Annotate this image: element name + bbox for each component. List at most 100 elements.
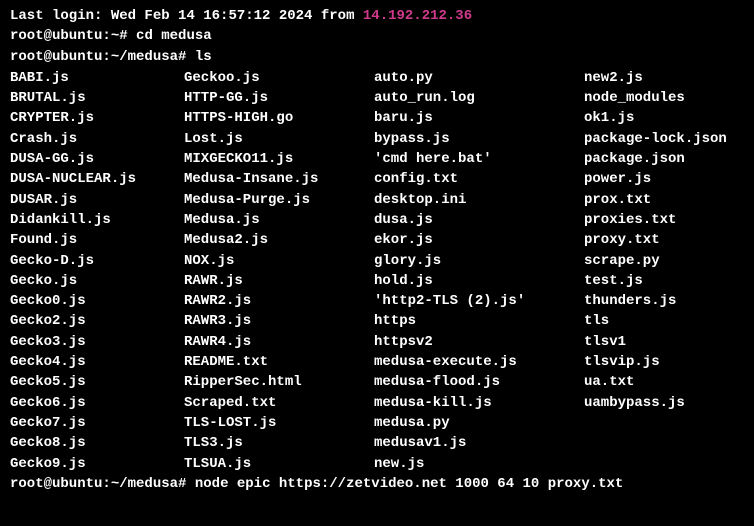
ls-file: HTTPS-HIGH.go <box>184 108 374 128</box>
ls-file: DUSA-GG.js <box>10 149 184 169</box>
ls-row: Didankill.jsMedusa.jsdusa.jsproxies.txt <box>10 210 744 230</box>
ls-file: medusa-execute.js <box>374 352 584 372</box>
last-login-datetime: Wed Feb 14 16:57:12 2024 <box>111 8 313 24</box>
last-login-ip: 14.192.212.36 <box>363 8 472 24</box>
ls-file: ua.txt <box>584 372 634 392</box>
ls-file: ok1.js <box>584 108 634 128</box>
ls-file: ekor.js <box>374 230 584 250</box>
ls-row: Gecko4.jsREADME.txtmedusa-execute.jstlsv… <box>10 352 744 372</box>
prompt-userhost: root@ubuntu <box>10 28 102 44</box>
ls-file: thunders.js <box>584 291 676 311</box>
ls-file: RAWR2.js <box>184 291 374 311</box>
ls-file: Medusa-Purge.js <box>184 190 374 210</box>
ls-file: Gecko7.js <box>10 413 184 433</box>
ls-file: medusa-flood.js <box>374 372 584 392</box>
ls-file: config.txt <box>374 169 584 189</box>
ls-file: Medusa.js <box>184 210 374 230</box>
ls-file: proxies.txt <box>584 210 676 230</box>
ls-file: proxy.txt <box>584 230 660 250</box>
ls-file: auto.py <box>374 68 584 88</box>
ls-row: Crash.jsLost.jsbypass.jspackage-lock.jso… <box>10 129 744 149</box>
ls-file: httpsv2 <box>374 332 584 352</box>
ls-file: Gecko9.js <box>10 454 184 474</box>
ls-file: README.txt <box>184 352 374 372</box>
ls-file: BRUTAL.js <box>10 88 184 108</box>
command-cd: cd medusa <box>136 28 212 44</box>
ls-file: Gecko0.js <box>10 291 184 311</box>
ls-file: medusa-kill.js <box>374 393 584 413</box>
ls-output: BABI.jsGeckoo.jsauto.pynew2.jsBRUTAL.jsH… <box>10 68 744 474</box>
ls-file: Lost.js <box>184 129 374 149</box>
prompt-line-2: root@ubuntu:~/medusa# ls <box>10 47 744 67</box>
ls-row: Gecko5.jsRipperSec.htmlmedusa-flood.jsua… <box>10 372 744 392</box>
prompt-line-1: root@ubuntu:~# cd medusa <box>10 26 744 46</box>
ls-row: CRYPTER.jsHTTPS-HIGH.gobaru.jsok1.js <box>10 108 744 128</box>
ls-file: RAWR4.js <box>184 332 374 352</box>
ls-file: DUSAR.js <box>10 190 184 210</box>
ls-file: RAWR3.js <box>184 311 374 331</box>
command-node: node epic https://zetvideo.net 1000 64 1… <box>195 476 623 492</box>
ls-file: TLS-LOST.js <box>184 413 374 433</box>
prompt-colon: : <box>102 28 110 44</box>
ls-row: Gecko3.jsRAWR4.jshttpsv2tlsv1 <box>10 332 744 352</box>
ls-file: medusa.py <box>374 413 584 433</box>
ls-row: Gecko8.jsTLS3.jsmedusav1.js <box>10 433 744 453</box>
ls-row: DUSA-GG.jsMIXGECKO11.js'cmd here.bat'pac… <box>10 149 744 169</box>
ls-row: Gecko-D.jsNOX.jsglory.jsscrape.py <box>10 251 744 271</box>
last-login-prefix: Last login: <box>10 8 111 24</box>
ls-file: RAWR.js <box>184 271 374 291</box>
ls-row: Gecko0.jsRAWR2.js'http2-TLS (2).js'thund… <box>10 291 744 311</box>
ls-file: CRYPTER.js <box>10 108 184 128</box>
ls-row: Found.jsMedusa2.jsekor.jsproxy.txt <box>10 230 744 250</box>
ls-file: Gecko5.js <box>10 372 184 392</box>
ls-file: package-lock.json <box>584 129 727 149</box>
ls-file: baru.js <box>374 108 584 128</box>
ls-file: power.js <box>584 169 651 189</box>
ls-file: HTTP-GG.js <box>184 88 374 108</box>
ls-row: Gecko6.jsScraped.txtmedusa-kill.jsuambyp… <box>10 393 744 413</box>
ls-file: Gecko-D.js <box>10 251 184 271</box>
prompt-userhost: root@ubuntu <box>10 476 102 492</box>
ls-file: Gecko4.js <box>10 352 184 372</box>
ls-file: Medusa2.js <box>184 230 374 250</box>
ls-file: scrape.py <box>584 251 660 271</box>
ls-file: 'cmd here.bat' <box>374 149 584 169</box>
ls-file: test.js <box>584 271 643 291</box>
ls-file: Didankill.js <box>10 210 184 230</box>
terminal[interactable]: Last login: Wed Feb 14 16:57:12 2024 fro… <box>10 6 744 494</box>
ls-file: Found.js <box>10 230 184 250</box>
prompt-userhost: root@ubuntu <box>10 49 102 65</box>
ls-row: BABI.jsGeckoo.jsauto.pynew2.js <box>10 68 744 88</box>
ls-file: Geckoo.js <box>184 68 374 88</box>
prompt-line-3: root@ubuntu:~/medusa# node epic https://… <box>10 474 744 494</box>
prompt-symbol: # <box>178 476 195 492</box>
ls-row: Gecko7.jsTLS-LOST.jsmedusa.py <box>10 413 744 433</box>
ls-file: auto_run.log <box>374 88 584 108</box>
ls-file: uambypass.js <box>584 393 685 413</box>
prompt-symbol: # <box>119 28 136 44</box>
ls-file: new.js <box>374 454 584 474</box>
ls-row: BRUTAL.jsHTTP-GG.jsauto_run.lognode_modu… <box>10 88 744 108</box>
last-login-from: from <box>312 8 362 24</box>
ls-file: bypass.js <box>374 129 584 149</box>
prompt-colon: : <box>102 49 110 65</box>
prompt-colon: : <box>102 476 110 492</box>
ls-file: TLSUA.js <box>184 454 374 474</box>
ls-file: MIXGECKO11.js <box>184 149 374 169</box>
ls-file: NOX.js <box>184 251 374 271</box>
prompt-path: ~/medusa <box>111 49 178 65</box>
ls-file: https <box>374 311 584 331</box>
ls-file: medusav1.js <box>374 433 584 453</box>
ls-file: hold.js <box>374 271 584 291</box>
ls-file: TLS3.js <box>184 433 374 453</box>
ls-file: Gecko3.js <box>10 332 184 352</box>
ls-file: Crash.js <box>10 129 184 149</box>
ls-file: desktop.ini <box>374 190 584 210</box>
ls-file: RipperSec.html <box>184 372 374 392</box>
ls-file: Gecko8.js <box>10 433 184 453</box>
ls-row: Gecko2.jsRAWR3.jshttpstls <box>10 311 744 331</box>
last-login-line: Last login: Wed Feb 14 16:57:12 2024 fro… <box>10 6 744 26</box>
ls-file: BABI.js <box>10 68 184 88</box>
ls-file: node_modules <box>584 88 685 108</box>
ls-row: DUSAR.jsMedusa-Purge.jsdesktop.iniprox.t… <box>10 190 744 210</box>
